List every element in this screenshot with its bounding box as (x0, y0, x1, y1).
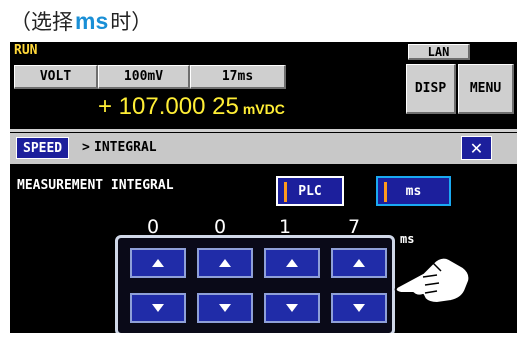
reading-unit: mVDC (242, 101, 285, 117)
plc-option-button[interactable]: PLC (276, 176, 344, 206)
reading-value: + 107.000 25 (98, 93, 239, 120)
lan-indicator: LAN (408, 44, 470, 60)
caption-suffix: 时） (110, 10, 153, 34)
triangle-up-icon (353, 259, 365, 267)
triangle-up-icon (219, 259, 231, 267)
function-button[interactable]: VOLT (14, 65, 98, 89)
caption: （选择 ms 时） (10, 6, 152, 34)
plc-option-label: PLC (298, 183, 322, 199)
integral-label: MEASUREMENT INTEGRAL (17, 178, 174, 193)
divider (10, 129, 517, 132)
close-icon: ✕ (469, 138, 484, 158)
caption-prefix: （选择 (10, 10, 73, 34)
triangle-down-icon (353, 304, 365, 312)
triangle-down-icon (219, 304, 231, 312)
ms-option-label: ms (405, 183, 422, 199)
triangle-up-icon (286, 259, 298, 267)
digit-4-down-button[interactable] (331, 293, 387, 323)
digit-3-down-button[interactable] (264, 293, 320, 323)
triangle-down-icon (286, 304, 298, 312)
breadcrumb: SPEED > INTEGRAL ✕ (10, 133, 517, 164)
digit-1-down-button[interactable] (130, 293, 186, 323)
triangle-down-icon (152, 304, 164, 312)
menu-button[interactable]: MENU (458, 64, 514, 114)
triangle-up-icon (152, 259, 164, 267)
breadcrumb-current: INTEGRAL (94, 140, 157, 155)
digit-4-up-button[interactable] (331, 248, 387, 278)
breadcrumb-speed-button[interactable]: SPEED (16, 137, 70, 159)
caption-highlight: ms (75, 8, 109, 34)
close-button[interactable]: ✕ (461, 136, 492, 160)
disp-button[interactable]: DISP (406, 64, 456, 114)
option-marker (384, 182, 387, 202)
digit-2-up-button[interactable] (197, 248, 253, 278)
instrument-screen: RUN LAN VOLT 100mV 17ms DISP MENU + 107.… (10, 42, 517, 333)
speed-button[interactable]: 17ms (190, 65, 286, 89)
integral-unit: ms (400, 232, 415, 246)
option-marker (284, 182, 287, 202)
digit-1-up-button[interactable] (130, 248, 186, 278)
ms-option-button[interactable]: ms (376, 176, 451, 206)
digit-2-down-button[interactable] (197, 293, 253, 323)
digit-spinner-panel (115, 235, 395, 333)
run-status: RUN (14, 43, 38, 58)
pointing-hand-icon (394, 256, 471, 304)
digit-3-up-button[interactable] (264, 248, 320, 278)
breadcrumb-separator: > (82, 140, 90, 155)
measurement-reading: + 107.000 25 mVDC (98, 92, 285, 124)
range-button[interactable]: 100mV (98, 65, 190, 89)
